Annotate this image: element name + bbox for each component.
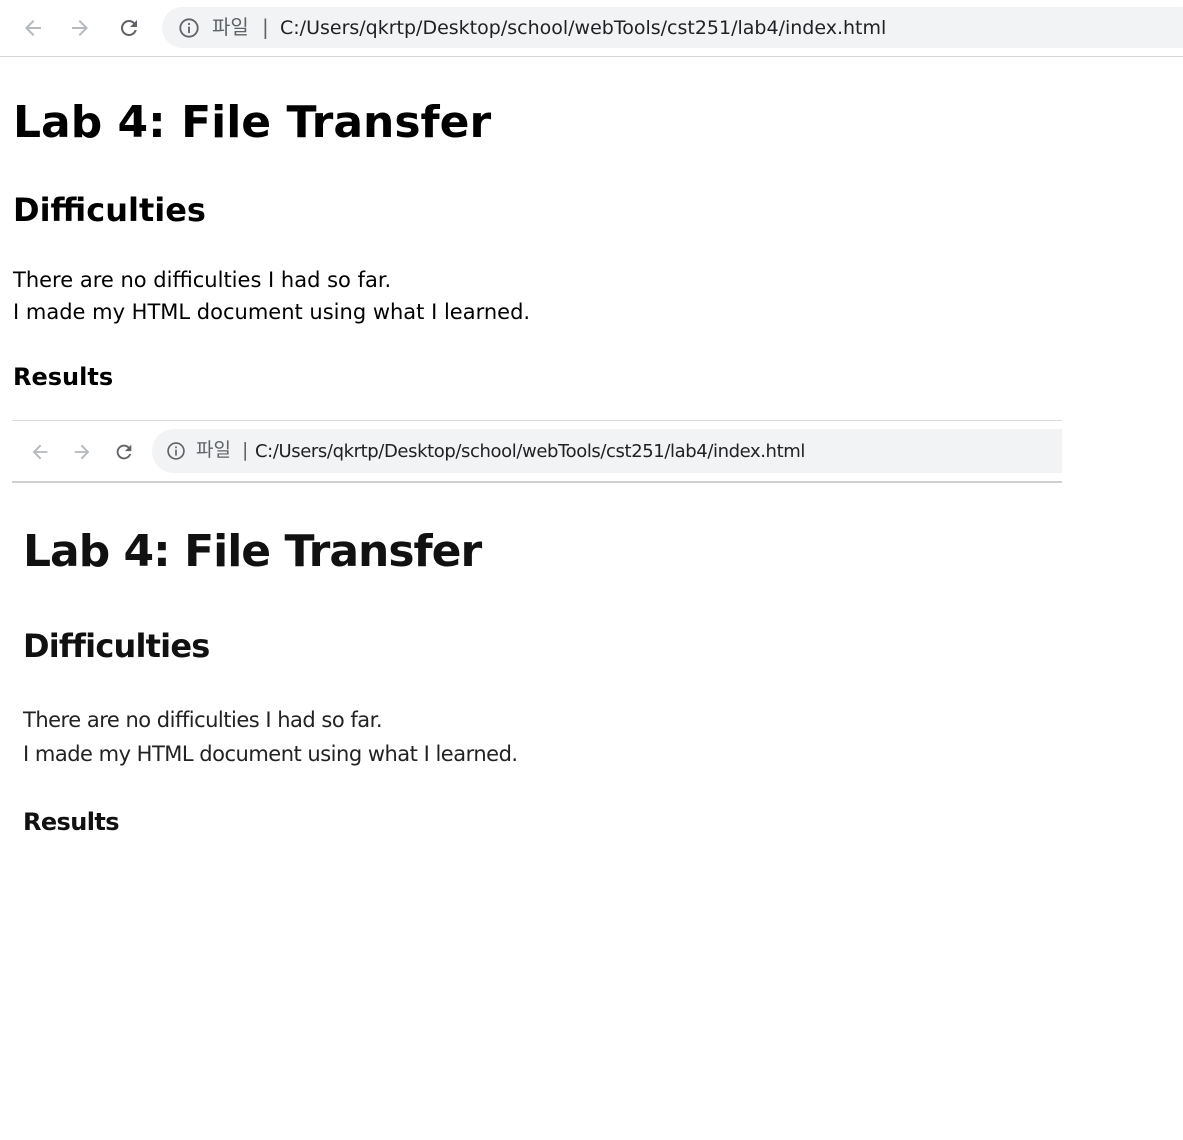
paragraph-line-1: There are no difficulties I had so far.: [13, 268, 392, 292]
screenshot-scheme-label: 파일: [196, 439, 231, 461]
forward-arrow-icon: [72, 20, 88, 36]
screenshot-browser-toolbar: 파일 | C:/Users/qkrtp/Desktop/school/webTo…: [12, 420, 1062, 483]
paragraph-line-2: I made my HTML document using what I lea…: [13, 300, 531, 324]
screenshot-difficulties-heading: Difficulties: [23, 627, 210, 665]
info-icon[interactable]: [178, 17, 200, 39]
screenshot-paragraph-line-2: I made my HTML document using what I lea…: [23, 742, 518, 766]
info-icon: [167, 442, 185, 460]
screenshot-back-button: [27, 439, 53, 465]
address-bar[interactable]: 파일 | C:/Users/qkrtp/Desktop/school/webTo…: [162, 7, 1183, 48]
screenshot-page-title: Lab 4: File Transfer: [23, 526, 482, 577]
screenshot-url-text: C:/Users/qkrtp/Desktop/school/webTools/c…: [255, 441, 805, 462]
browser-toolbar: 파일 | C:/Users/qkrtp/Desktop/school/webTo…: [0, 0, 1183, 57]
url-text[interactable]: C:/Users/qkrtp/Desktop/school/webTools/c…: [280, 17, 886, 39]
scheme-separator: |: [262, 15, 269, 39]
screenshot-address-bar: 파일 | C:/Users/qkrtp/Desktop/school/webTo…: [152, 429, 1062, 473]
results-heading: Results: [13, 363, 114, 391]
back-arrow-icon: [32, 444, 48, 460]
screenshot-paragraph-line-1: There are no difficulties I had so far.: [23, 708, 383, 732]
page-title: Lab 4: File Transfer: [13, 97, 492, 148]
reload-icon: [116, 444, 132, 460]
screenshot-scheme-separator: |: [242, 439, 249, 461]
difficulties-paragraph: There are no difficulties I had so far. I…: [13, 264, 530, 328]
screenshot-reload-button: [111, 439, 137, 465]
scheme-label: 파일: [212, 15, 249, 39]
screenshot-results-heading: Results: [23, 808, 120, 836]
forward-arrow-icon: [74, 444, 90, 460]
results-screenshot-image: 파일 | C:/Users/qkrtp/Desktop/school/webTo…: [12, 420, 1062, 860]
screenshot-forward-button: [69, 439, 95, 465]
screenshot-difficulties-paragraph: There are no difficulties I had so far. I…: [23, 703, 518, 771]
difficulties-heading: Difficulties: [13, 191, 206, 229]
reload-button[interactable]: [115, 14, 143, 42]
forward-button[interactable]: [66, 14, 94, 42]
back-button[interactable]: [19, 14, 47, 42]
reload-icon: [121, 19, 137, 36]
back-arrow-icon: [25, 20, 41, 36]
